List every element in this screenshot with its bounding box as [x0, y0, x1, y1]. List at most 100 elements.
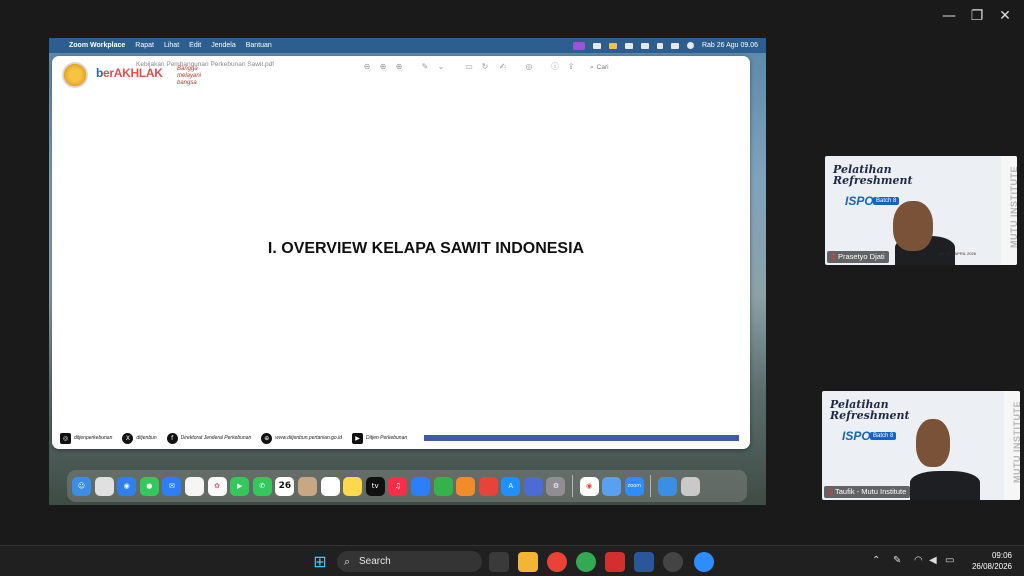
calendar-icon[interactable]: 26 — [275, 476, 295, 496]
volume-icon[interactable]: ◀ — [929, 555, 937, 566]
mac-menubar: Zoom Workplace Rapat Lihat Edit Jendela … — [49, 38, 766, 53]
keynote-icon[interactable] — [410, 476, 430, 496]
zoom-in-icon[interactable]: ⊕ — [378, 62, 388, 72]
menu-jendela[interactable]: Jendela — [211, 42, 236, 49]
messages-icon[interactable]: ● — [139, 476, 159, 496]
zoom-out-icon[interactable]: ⊖ — [362, 62, 372, 72]
acrobat-icon[interactable] — [605, 552, 625, 572]
safari-icon[interactable]: ◉ — [117, 476, 137, 496]
wifi-icon[interactable]: ◠ — [914, 555, 923, 566]
bangga-melayani-logo: Bangga melayani bangsa — [177, 66, 202, 86]
windows-start-icon[interactable]: ⊞ — [310, 552, 330, 572]
word-icon[interactable] — [634, 552, 654, 572]
pen-icon[interactable]: ✎ — [893, 555, 901, 566]
music-icon[interactable]: ♫ — [388, 476, 408, 496]
training-banner: Pelatihan Refreshment — [830, 398, 910, 422]
zoom-taskbar-icon[interactable] — [694, 552, 714, 572]
kementan-logo-icon — [62, 62, 88, 88]
minimize-button[interactable]: — — [940, 8, 958, 24]
menu-app-name[interactable]: Zoom Workplace — [69, 42, 125, 49]
mail-icon[interactable]: ✉ — [162, 476, 182, 496]
pdf-document-title: Kebijakan Pembangunan Perkebunan Sawit.p… — [136, 61, 275, 68]
folder-icon[interactable] — [608, 42, 617, 49]
text-box-icon[interactable]: ▭ — [464, 62, 474, 72]
phone-icon[interactable]: ✆ — [252, 476, 272, 496]
training-banner: Pelatihan Refreshment — [833, 163, 913, 187]
menu-edit[interactable]: Edit — [189, 42, 201, 49]
menu-rapat[interactable]: Rapat — [135, 42, 154, 49]
ispo-label: ISPO — [845, 194, 874, 208]
taskbar-clock[interactable]: 09:06 26/08/2026 — [972, 550, 1012, 572]
apple-tv-icon[interactable]: tv — [365, 476, 385, 496]
facetime-icon[interactable]: ▶ — [230, 476, 250, 496]
pages-icon[interactable] — [456, 476, 476, 496]
mic-muted-icon: 🎙 — [826, 487, 835, 496]
youtube-icon: ▶ — [352, 432, 363, 444]
participant-face — [916, 419, 950, 467]
dock-separator — [650, 475, 652, 497]
downloads-icon[interactable] — [658, 476, 678, 496]
pdf-toolbar: berAKHLAK Bangga melayani bangsa Kebijak… — [52, 56, 750, 88]
pdf-search-field[interactable]: ⌕ Cari — [590, 61, 730, 73]
app-store-icon[interactable]: A — [501, 476, 521, 496]
rotate-icon[interactable]: ↻ — [480, 62, 490, 72]
screen-share-status-icon[interactable] — [572, 41, 585, 50]
zoom-dock-icon[interactable]: zoom — [624, 476, 644, 496]
preview-icon[interactable] — [523, 476, 543, 496]
participant-video-tile[interactable]: Pelatihan Refreshment ISPO Batch 8 MUTU I… — [822, 391, 1020, 500]
menubar-clock[interactable]: Rab 26 Agu 09.06 — [702, 42, 758, 49]
trash-icon[interactable] — [680, 476, 700, 496]
clock-time: 09:06 — [991, 551, 1012, 560]
launchpad-icon[interactable] — [94, 476, 114, 496]
tile-side-strip: MUTU INSTITUTE — [1001, 156, 1017, 265]
berakhlak-wordmark: berAKHLAK — [96, 66, 163, 80]
date-text: 24 - 27 | APRIL 2026 — [939, 251, 976, 256]
battery-icon[interactable] — [640, 42, 649, 49]
restore-button[interactable]: ❐ — [968, 8, 986, 24]
slide-title: I. OVERVIEW KELAPA SAWIT INDONESIA — [267, 240, 585, 257]
highlight-icon[interactable]: ◎ — [524, 62, 534, 72]
globe-icon: ⊕ — [261, 432, 273, 444]
finder-icon[interactable]: ☺ — [72, 476, 91, 496]
menu-lihat[interactable]: Lihat — [164, 42, 179, 49]
file-explorer-icon[interactable] — [518, 552, 538, 572]
zoom-fit-icon[interactable]: ⊕ — [394, 62, 404, 72]
close-button[interactable]: ✕ — [996, 8, 1014, 24]
app-icon[interactable] — [602, 476, 622, 496]
clock-date: 26/08/2026 — [971, 562, 1012, 571]
chrome-profile-icon[interactable] — [576, 552, 596, 572]
task-view-icon[interactable] — [489, 552, 509, 572]
x-icon: X — [122, 432, 134, 444]
siri-icon[interactable] — [686, 42, 694, 49]
testflight-icon[interactable] — [478, 476, 498, 496]
markup-pen-icon[interactable]: ✎ — [420, 62, 430, 72]
system-settings-icon[interactable]: ⚙ — [546, 476, 566, 496]
taskbar-search[interactable]: ⌕ Search — [337, 551, 482, 572]
share-icon[interactable]: ⇪ — [566, 62, 576, 72]
wifi-icon[interactable] — [624, 42, 633, 49]
numbers-icon[interactable] — [433, 476, 453, 496]
control-icon[interactable] — [592, 42, 601, 49]
participant-face — [893, 201, 933, 251]
sign-icon[interactable]: ✍ — [498, 62, 508, 72]
battery-icon[interactable]: ▭ — [945, 555, 954, 566]
chrome-icon[interactable] — [547, 552, 567, 572]
spotlight-icon[interactable] — [656, 42, 663, 49]
maps-icon[interactable] — [184, 476, 204, 496]
notes-icon[interactable] — [343, 476, 363, 496]
instagram-icon: ◎ — [60, 432, 71, 444]
chevron-up-icon[interactable]: ⌃ — [872, 555, 880, 566]
chrome-icon[interactable]: ◉ — [579, 476, 599, 496]
footer-instagram: ditjenperkebunan — [74, 435, 113, 441]
control-center-icon[interactable] — [670, 42, 679, 49]
media-player-icon[interactable] — [663, 552, 683, 572]
photos-icon[interactable]: ✿ — [207, 476, 227, 496]
participant-video-tile[interactable]: Pelatihan Refreshment ISPO Batch 8 24 - 2… — [825, 156, 1017, 265]
reminders-icon[interactable] — [320, 476, 340, 496]
info-icon[interactable]: ⓘ — [550, 62, 560, 72]
mac-dock: ☺ ◉ ● ✉ ✿ ▶ ✆ 26 tv ♫ A ⚙ ◉ zoom — [67, 470, 747, 502]
menu-bantuan[interactable]: Bantuan — [246, 42, 272, 49]
chevron-down-icon[interactable]: ⌄ — [436, 62, 446, 72]
contacts-icon[interactable] — [297, 476, 317, 496]
zoom-window: — ❐ ✕ Zoom Workplace Rapat Lihat Edit Je… — [0, 0, 1024, 545]
